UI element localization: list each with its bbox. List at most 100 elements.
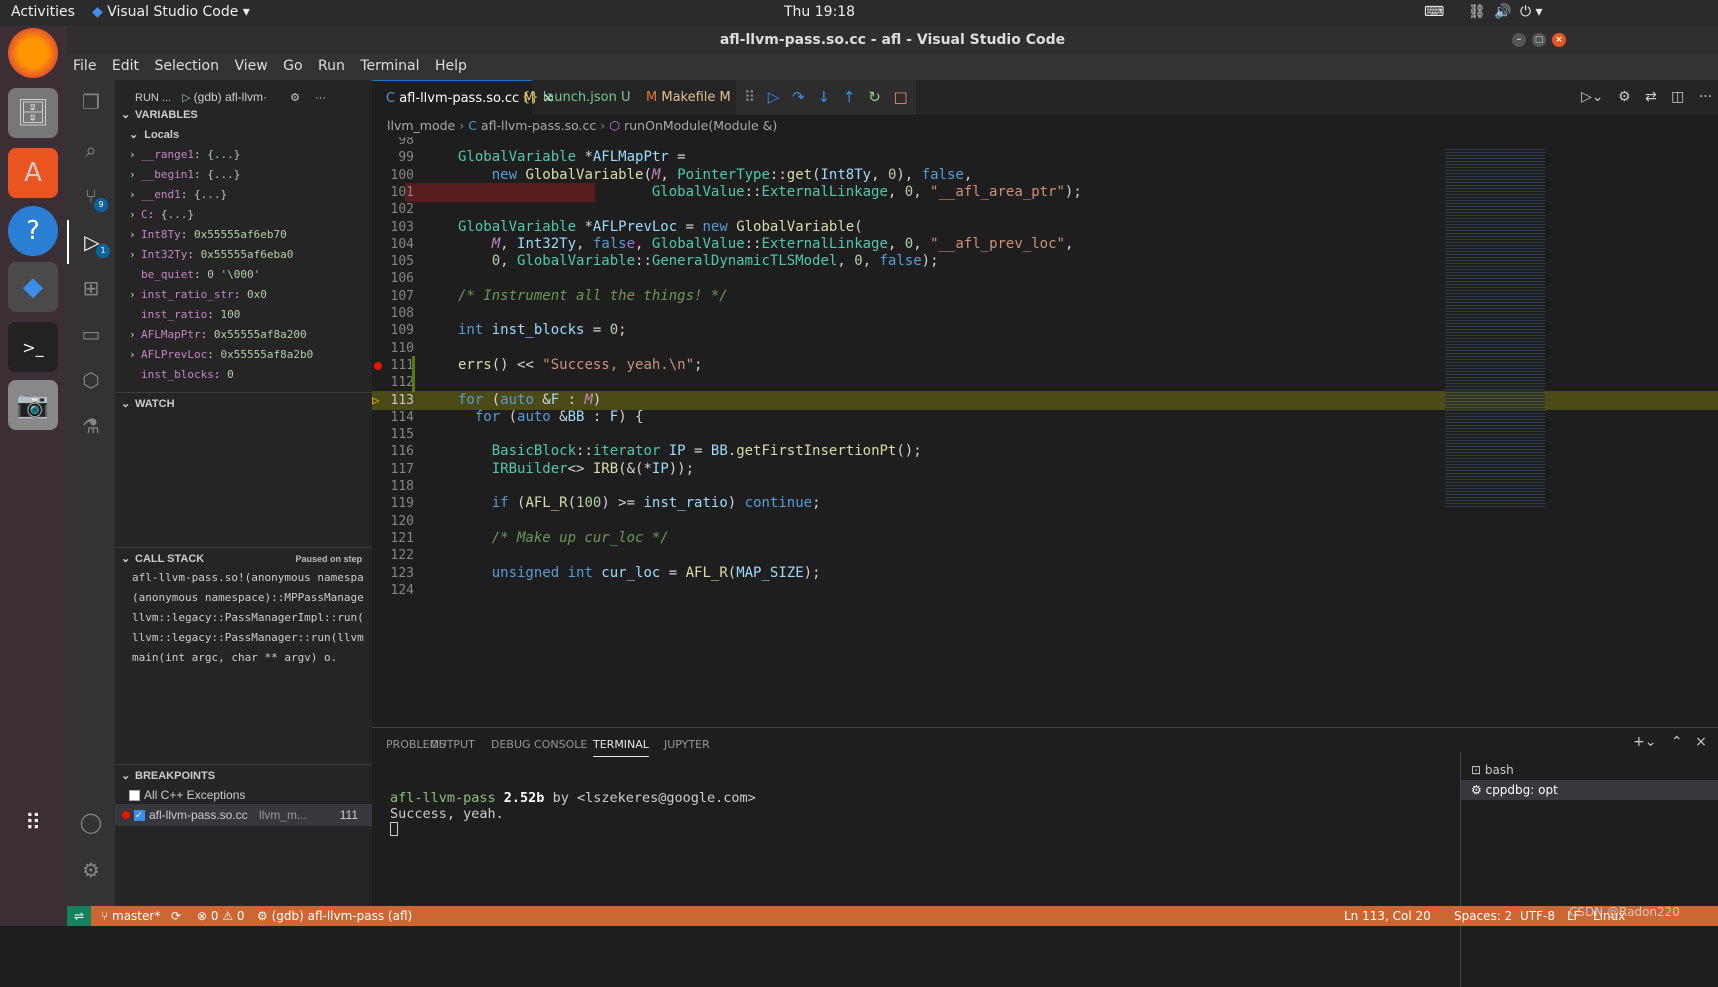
explorer-icon[interactable]: ❐ (67, 80, 115, 124)
minimap[interactable] (1445, 147, 1545, 507)
panel-tab-terminal[interactable]: TERMINAL (593, 738, 649, 757)
breakpoint-item[interactable]: ✓ afl-llvm-pass.so.cc llvm_m... 111 (115, 804, 372, 826)
step-into-icon[interactable]: ↓ (817, 88, 830, 106)
menu-go[interactable]: Go (277, 54, 307, 74)
app-menu[interactable]: ◆ Visual Studio Code ▾ (92, 4, 250, 20)
branch-indicator[interactable]: ⑂ master* (101, 906, 160, 926)
remote-explorer-icon[interactable]: ▭ (67, 312, 115, 356)
stack-frame[interactable]: llvm::legacy::PassManagerImpl::run( (115, 607, 372, 629)
maximize-button[interactable]: □ (1532, 33, 1546, 47)
minimize-button[interactable]: – (1512, 33, 1526, 47)
tab-launch-json[interactable]: {} launch.json U (508, 80, 634, 115)
close-button[interactable]: × (1552, 33, 1566, 47)
cursor-position[interactable]: Ln 113, Col 20 (1344, 906, 1431, 926)
search-icon[interactable]: ⌕ (67, 128, 115, 172)
accounts-icon[interactable]: ◯ (67, 800, 115, 844)
locals-scope[interactable]: ⌄ Locals (115, 124, 372, 146)
continue-icon[interactable]: ▷ (768, 88, 780, 106)
drag-handle-icon[interactable]: ⠿ (744, 88, 755, 106)
network-icon[interactable]: ⛓ (1468, 4, 1486, 20)
tab-makefile[interactable]: M Makefile M (632, 80, 742, 115)
problems-indicator[interactable]: ⊗ 0 ⚠ 0 (197, 906, 245, 926)
panel-tab-jupyter[interactable]: JUPYTER (664, 738, 710, 751)
variable-row[interactable]: › inst_ratio_str: 0x0 (115, 284, 372, 306)
breadcrumb-file[interactable]: afl-llvm-pass.so.cc (481, 118, 596, 133)
camera-icon[interactable]: 📷 (8, 380, 58, 430)
variable-row[interactable]: inst_blocks: 0 (115, 364, 372, 386)
checkbox-checked[interactable]: ✓ (134, 810, 145, 822)
new-terminal-icon[interactable]: +⌄ (1633, 734, 1656, 750)
software-icon[interactable]: A (8, 148, 58, 198)
more-icon[interactable]: ··· (1699, 89, 1712, 105)
stop-icon[interactable]: □ (894, 88, 908, 106)
stack-frame[interactable]: (anonymous namespace)::MPPassManage (115, 587, 372, 609)
menu-help[interactable]: Help (429, 54, 472, 74)
watch-header[interactable]: ⌄ WATCH (115, 392, 372, 414)
terminal-bash[interactable]: ⊡ bash (1471, 760, 1514, 780)
gear-icon[interactable]: ⚙ (1618, 89, 1631, 105)
menu-view[interactable]: View (228, 54, 272, 74)
debug-config-select[interactable]: (gdb) afl-llvm· (194, 90, 267, 104)
settings-gear-icon[interactable]: ⚙ (67, 848, 115, 892)
variable-row[interactable]: be_quiet: 0 '\000' (115, 264, 372, 286)
activities-button[interactable]: Activities (11, 4, 75, 20)
apps-grid-icon[interactable]: ⠿ (8, 798, 58, 848)
remote-icon[interactable]: ⇌ (67, 906, 91, 926)
variable-row[interactable]: › Int32Ty: 0x55555af6eba0 (115, 244, 372, 266)
breakpoints-header[interactable]: ⌄ BREAKPOINTS (115, 764, 372, 786)
source-control-icon[interactable]: ⑂ 9 (67, 174, 115, 218)
keyboard-icon[interactable]: ⌨ (1424, 4, 1444, 20)
firefox-icon[interactable] (8, 28, 58, 78)
variable-row[interactable]: › AFLMapPtr: 0x55555af8a200 (115, 324, 372, 346)
terminal-output[interactable]: afl-llvm-pass 2.52b by <lszekeres@google… (390, 790, 756, 836)
breakpoint-dot-icon[interactable] (374, 361, 382, 370)
menu-run[interactable]: Run (312, 54, 350, 74)
stack-frame[interactable]: llvm::legacy::PassManager::run(llvm (115, 627, 372, 649)
checkbox[interactable] (129, 790, 140, 802)
breakpoint-item[interactable]: All C++ Exceptions (115, 784, 372, 806)
panel-tab-debug-console[interactable]: DEBUG CONSOLE (491, 738, 587, 751)
maximize-panel-icon[interactable]: ⌃ (1671, 734, 1683, 750)
menu-file[interactable]: File (67, 54, 101, 74)
menu-edit[interactable]: Edit (106, 54, 144, 74)
split-editor-icon[interactable]: ◫ (1671, 89, 1684, 105)
variable-row[interactable]: inst_ratio: 100 (115, 304, 372, 326)
restart-icon[interactable]: ↻ (868, 88, 881, 106)
testing-icon[interactable]: ⚗ (67, 404, 115, 448)
panel-tab-output[interactable]: OUTPUT (430, 738, 475, 751)
variable-row[interactable]: › AFLPrevLoc: 0x55555af8a2b0 (115, 344, 372, 366)
variable-row[interactable]: › Int8Ty: 0x55555af6eb70 (115, 224, 372, 246)
start-debug-icon[interactable]: ▷ (182, 92, 190, 104)
terminal-cppdbg[interactable]: ⚙ cppdbg: opt (1461, 780, 1718, 800)
vscode-icon[interactable]: ◆ (8, 262, 58, 312)
extensions-icon[interactable]: ⊞ (67, 266, 115, 310)
breadcrumb-folder[interactable]: llvm_mode (387, 118, 455, 133)
containers-icon[interactable]: ⬡ (67, 358, 115, 402)
sync-icon[interactable]: ⟳ (171, 906, 181, 926)
power-icon[interactable]: ⏻ ▾ (1520, 4, 1543, 20)
variable-row[interactable]: › __begin1: {...} (115, 164, 372, 186)
files-icon[interactable]: 🗄 (8, 88, 58, 138)
run-icon[interactable]: ▷⌄ (1581, 89, 1604, 105)
encoding[interactable]: UTF-8 (1520, 906, 1555, 926)
variable-row[interactable]: › C: {...} (115, 204, 372, 226)
step-over-icon[interactable]: ↷ (792, 88, 805, 106)
run-debug-icon[interactable]: ▷ 1 (67, 220, 115, 264)
stack-frame[interactable]: afl-llvm-pass.so!(anonymous namespa (115, 567, 372, 589)
terminal-icon[interactable]: >_ (8, 322, 58, 372)
menu-selection[interactable]: Selection (148, 54, 224, 74)
menu-terminal[interactable]: Terminal (354, 54, 424, 74)
help-icon[interactable]: ? (8, 206, 58, 256)
clock[interactable]: Thu 19:18 (784, 4, 855, 20)
open-changes-icon[interactable]: ⇄ (1645, 89, 1657, 105)
more-icon[interactable]: ··· (315, 92, 326, 104)
volume-icon[interactable]: 🔊 (1494, 4, 1511, 20)
close-panel-icon[interactable]: × (1695, 734, 1707, 750)
step-out-icon[interactable]: ↑ (843, 88, 856, 106)
debug-indicator[interactable]: ⚙ (gdb) afl-llvm-pass (afl) (257, 906, 412, 926)
indentation[interactable]: Spaces: 2 (1454, 906, 1512, 926)
variables-header[interactable]: ⌄ VARIABLES (115, 104, 372, 126)
breadcrumb-symbol[interactable]: runOnModule(Module &) (624, 118, 777, 133)
gear-icon[interactable]: ⚙ (290, 92, 300, 104)
code-editor[interactable]: 124 123 unsigned int cur_loc = AFL_R(MAP_… (372, 137, 1718, 727)
